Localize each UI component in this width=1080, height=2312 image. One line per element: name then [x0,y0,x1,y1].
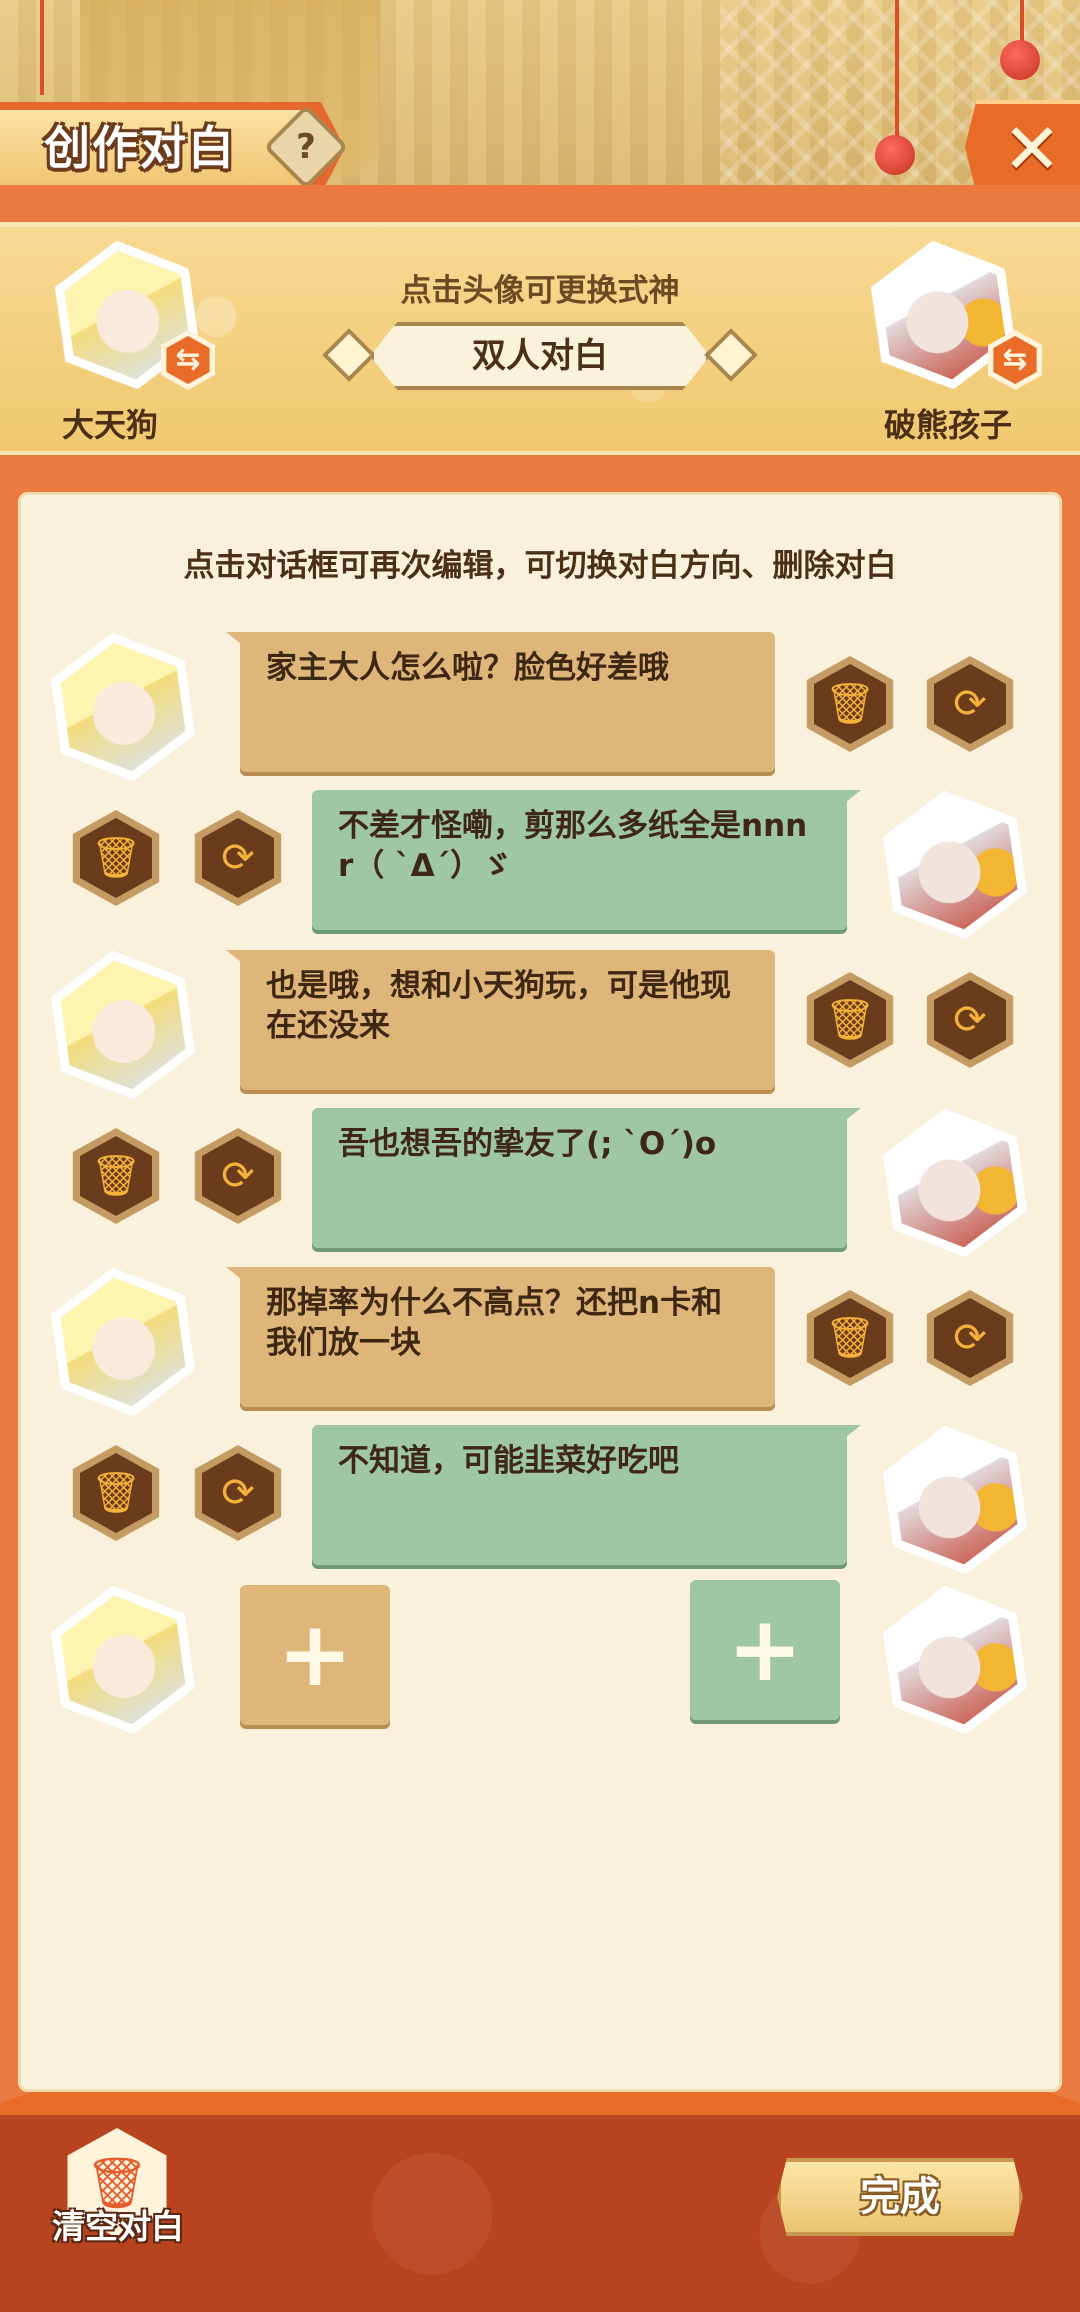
close-button[interactable]: ✕ [965,100,1080,194]
trash-icon: 🗑 [814,980,886,1060]
dialogue-text: 那掉率为什么不高点？还把n卡和我们放一块 [266,1285,723,1361]
dialogue-text: 不知道，可能韭菜好吃吧 [338,1443,679,1479]
dialogue-bubble[interactable]: 吾也想吾的挚友了(; `O´)o [312,1108,847,1248]
mode-label: 双人对白 [370,322,710,390]
swap-icon: ⇆ [166,336,210,384]
close-icon: ✕ [1002,108,1062,190]
diamond-right-icon [704,328,758,382]
dialogue-bubble[interactable]: 也是哦，想和小天狗玩，可是他现在还没来 [240,950,775,1090]
rotate-icon: ⟳ [934,1298,1006,1378]
rotate-icon: ⟳ [934,664,1006,744]
dialogue-text: 吾也想吾的挚友了(; `O´)o [338,1126,717,1162]
ornament-decoration [875,135,915,175]
row-avatar-right[interactable] [880,1425,1030,1575]
trash-icon: 🗑 [814,1298,886,1378]
swap-icon: ⇆ [993,336,1037,384]
add-right-dialogue-button[interactable]: + [690,1580,840,1720]
trash-icon: 🗑 [80,818,152,898]
dialogue-bubble[interactable]: 那掉率为什么不高点？还把n卡和我们放一块 [240,1267,775,1407]
trash-icon: 🗑 [80,1136,152,1216]
row-avatar-left[interactable] [48,950,198,1100]
dialogue-text: 家主大人怎么啦？脸色好差哦 [266,650,669,686]
right-character-name: 破熊孩子 [883,406,1012,444]
row-avatar-left[interactable] [48,1267,198,1417]
row-avatar-right[interactable] [880,790,1030,940]
hanging-cord [895,0,899,140]
rotate-icon: ⟳ [934,980,1006,1060]
clear-dialogue-label[interactable]: 清空对白 [28,2200,208,2248]
dialogue-text: 也是哦，想和小天狗玩，可是他现在还没来 [266,968,731,1044]
question-icon: ? [296,127,316,167]
row-avatar-right[interactable] [880,1108,1030,1258]
row-avatar-left[interactable] [48,632,198,782]
panel-hint: 点击对话框可再次编辑，可切换对白方向、删除对白 [183,548,897,584]
add-row-avatar-left[interactable] [48,1585,198,1735]
left-character-name: 大天狗 [61,406,158,444]
add-row-avatar-right[interactable] [880,1585,1030,1735]
rotate-icon: ⟳ [202,1453,274,1533]
page-title: 创作对白 [44,121,236,175]
dialogue-bubble[interactable]: 不差才怪嘞，剪那么多纸全是nnnr（ `Δ´）ゞ [312,790,847,930]
done-button[interactable]: 完成 [777,2158,1023,2236]
dialogue-bubble[interactable]: 不知道，可能韭菜好吃吧 [312,1425,847,1565]
trash-icon: 🗑 [80,1453,152,1533]
trash-icon: 🗑 [814,664,886,744]
mode-selector[interactable]: 双人对白 [322,322,758,390]
rotate-icon: ⟳ [202,818,274,898]
dialogue-bubble[interactable]: 家主大人怎么啦？脸色好差哦 [240,632,775,772]
hanging-cord [40,0,44,95]
rotate-icon: ⟳ [202,1136,274,1216]
ornament-decoration [1000,40,1040,80]
diamond-left-icon [322,328,376,382]
add-left-dialogue-button[interactable]: + [240,1585,390,1725]
dialogue-text: 不差才怪嘞，剪那么多纸全是nnnr（ `Δ´）ゞ [338,808,808,884]
